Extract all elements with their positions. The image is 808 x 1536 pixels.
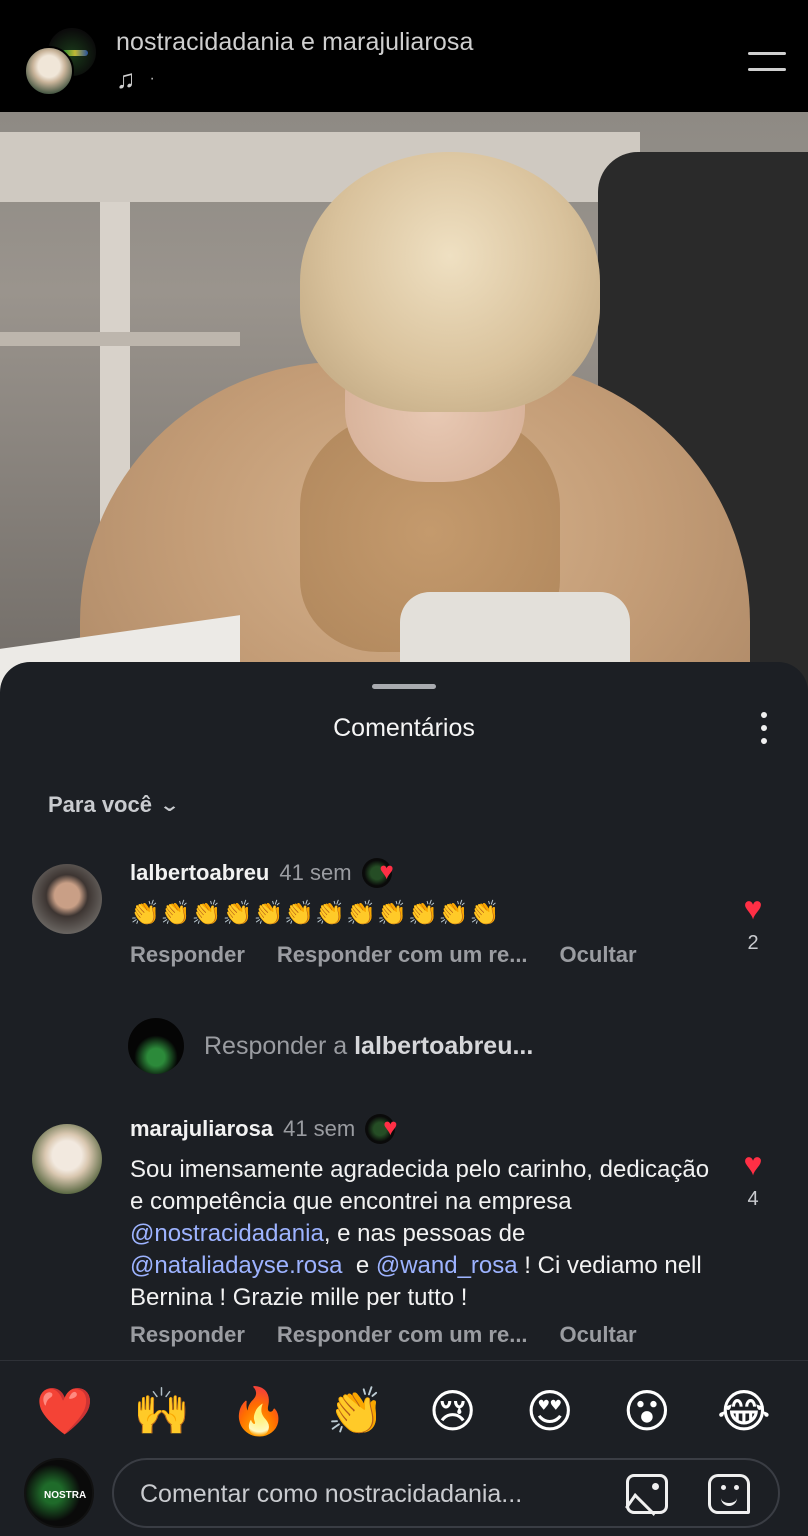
- filter-label: Para você: [48, 792, 152, 817]
- like-count: 2: [747, 932, 759, 954]
- music-note-icon: ♫: [116, 64, 136, 94]
- audio-separator: ·: [149, 70, 155, 87]
- emoji-fire-button[interactable]: 🔥: [230, 1388, 287, 1434]
- post-authors[interactable]: nostracidadania e marajuliarosa: [116, 28, 473, 57]
- emoji-surprised-button[interactable]: 😮: [619, 1388, 675, 1434]
- comment-username[interactable]: marajuliarosa: [130, 1116, 273, 1142]
- emoji-laugh-button[interactable]: 😂: [716, 1388, 772, 1434]
- sheet-title: Comentários: [333, 714, 475, 742]
- emoji-raised-hands-button[interactable]: 🙌: [133, 1388, 190, 1434]
- comment-text: 👏👏👏👏👏👏👏👏👏👏👏👏: [130, 900, 501, 927]
- comment-placeholder: Comentar como nostracidadania...: [140, 1480, 523, 1508]
- like-button[interactable]: ♥ 4: [738, 1148, 768, 1211]
- emoji-cry-button[interactable]: 😢: [425, 1388, 481, 1434]
- mention-link[interactable]: @wand_rosa: [376, 1252, 518, 1279]
- comment-header: lalbertoabreu 41 sem ♥: [130, 858, 408, 888]
- avatar: [24, 46, 74, 96]
- comment-input[interactable]: Comentar como nostracidadania...: [112, 1458, 780, 1528]
- comment-time: 41 sem: [279, 860, 352, 885]
- avatar[interactable]: [32, 1124, 102, 1194]
- chevron-down-icon: ⌄: [158, 794, 181, 815]
- comment-header: marajuliarosa 41 sem ♥: [130, 1114, 411, 1144]
- hide-button[interactable]: Ocultar: [560, 1322, 637, 1348]
- comment-text: Sou imensamente agradecida pelo carinho,…: [130, 1156, 710, 1311]
- post-image: [0, 112, 808, 712]
- sticker-icon[interactable]: [708, 1474, 750, 1514]
- emoji-heart-eyes-button[interactable]: 😍: [522, 1388, 578, 1434]
- drag-handle[interactable]: [372, 684, 436, 689]
- heart-icon: ♥: [743, 1146, 763, 1182]
- reply-button[interactable]: Responder: [130, 942, 245, 968]
- reply-with-reel-button[interactable]: Responder com um re...: [277, 942, 528, 968]
- gallery-icon[interactable]: [626, 1474, 668, 1514]
- avatar: [128, 1018, 184, 1074]
- emoji-reaction-bar: ❤️ 🙌 🔥 👏 😢 😍 😮 😂: [0, 1360, 808, 1460]
- comment-username[interactable]: lalbertoabreu: [130, 860, 269, 886]
- emoji-clap-button[interactable]: 👏: [327, 1388, 384, 1434]
- reply-with-reel-button[interactable]: Responder com um re...: [277, 1322, 528, 1348]
- heart-icon: ♥: [383, 1114, 398, 1141]
- menu-icon[interactable]: [746, 50, 786, 72]
- like-count: 4: [747, 1188, 759, 1210]
- heart-icon: ♥: [379, 858, 394, 885]
- reel-header: nostracidadania e marajuliarosa ♫ ·: [0, 0, 808, 112]
- mention-link[interactable]: @nostracidadania: [130, 1220, 324, 1247]
- avatar-logo-text: NOSTRA: [44, 1490, 87, 1501]
- comment-filter-dropdown[interactable]: Para você ⌄: [48, 792, 181, 818]
- avatar[interactable]: [32, 864, 102, 934]
- reply-target-user: lalbertoabreu...: [354, 1031, 534, 1060]
- like-button[interactable]: ♥ 2: [738, 892, 768, 955]
- reply-prompt[interactable]: Responder a lalbertoabreu...: [128, 1018, 533, 1074]
- avatar: NOSTRA: [24, 1458, 94, 1528]
- reply-button[interactable]: Responder: [130, 1322, 245, 1348]
- more-options-icon[interactable]: [760, 712, 768, 744]
- author-liked-badge: ♥: [365, 1114, 411, 1144]
- comment-time: 41 sem: [283, 1116, 356, 1141]
- comment-composer: NOSTRA Comentar como nostracidadania...: [0, 1448, 808, 1536]
- heart-icon: ♥: [743, 890, 763, 926]
- comment-actions: Responder Responder com um re... Ocultar: [130, 1322, 637, 1348]
- reply-prefix: Responder a: [204, 1031, 355, 1060]
- emoji-heart-button[interactable]: ❤️: [36, 1388, 93, 1434]
- audio-info[interactable]: ♫ ·: [116, 66, 155, 92]
- hide-button[interactable]: Ocultar: [560, 942, 637, 968]
- mention-link[interactable]: @nataliadayse.rosa: [130, 1252, 342, 1279]
- collab-avatars[interactable]: [24, 26, 100, 98]
- comment-actions: Responder Responder com um re... Ocultar: [130, 942, 637, 968]
- author-liked-badge: ♥: [361, 858, 408, 888]
